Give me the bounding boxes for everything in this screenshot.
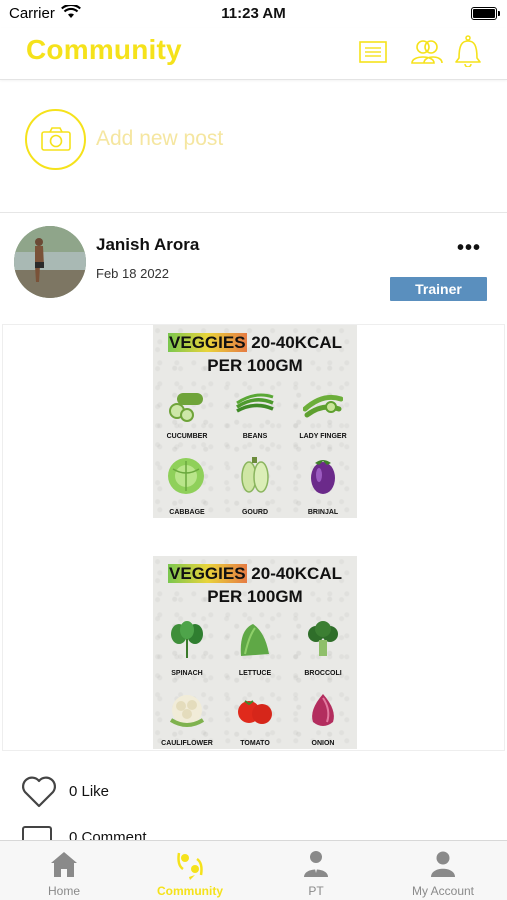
card-title: VEGGIES 20-40KCAL PER 100GM: [153, 562, 357, 608]
veggies-card-1: VEGGIES 20-40KCAL PER 100GM CUCUMBER BEA…: [153, 325, 357, 518]
post-author[interactable]: Janish Arora: [96, 235, 199, 255]
more-options-icon[interactable]: •••: [457, 238, 481, 258]
lettuce-icon: [240, 624, 269, 656]
veg-name: SPINACH: [171, 670, 203, 677]
status-time: 11:23 AM: [221, 5, 286, 22]
tab-label: My Account: [411, 884, 475, 898]
veg-name: GOURD: [241, 509, 269, 516]
trainer-badge: Trainer: [390, 277, 487, 301]
avatar[interactable]: [14, 226, 86, 298]
battery-icon: [471, 7, 500, 20]
community-icon: [177, 852, 203, 880]
people-icon[interactable]: [410, 38, 444, 71]
post-date: Feb 18 2022: [96, 266, 170, 281]
brinjal-icon: [311, 460, 335, 494]
add-post-label[interactable]: Add new post: [96, 127, 223, 151]
tab-label: PT: [308, 884, 324, 898]
veg-name: CUCUMBER: [166, 433, 208, 440]
card-title-rest: 20-40KCAL: [251, 333, 342, 352]
cabbage-icon: [168, 458, 204, 494]
tab-bar: Home Community PT My Account: [0, 840, 507, 900]
user-icon: [431, 851, 455, 877]
broccoli-icon: [308, 621, 338, 656]
veg-name: LETTUCE: [238, 670, 272, 677]
cucumber-icon: [169, 393, 203, 422]
heart-icon[interactable]: [21, 776, 57, 813]
veg-name: TOMATO: [240, 740, 270, 747]
card-title-highlight: VEGGIES: [168, 564, 247, 583]
gourd-icon: [241, 457, 269, 493]
spinach-icon: [171, 621, 203, 658]
tomato-icon: [238, 700, 272, 724]
tab-label: Community: [157, 884, 223, 898]
tab-my-account[interactable]: My Account: [380, 841, 506, 900]
camera-button[interactable]: [25, 109, 86, 170]
post-header: Janish Arora Feb 18 2022 ••• Trainer: [0, 214, 507, 324]
onion-icon: [312, 694, 334, 726]
tab-home[interactable]: Home: [1, 841, 127, 900]
news-icon[interactable]: [359, 40, 387, 69]
page-title: Community: [26, 34, 182, 65]
status-bar: Carrier 11:23 AM: [0, 0, 507, 28]
veg-name: LADY FINGER: [299, 433, 347, 440]
card-title: VEGGIES 20-40KCAL PER 100GM: [153, 331, 357, 377]
card-title-line2: PER 100GM: [207, 587, 303, 606]
veg-name: BEANS: [242, 433, 268, 440]
card-title-highlight: VEGGIES: [168, 333, 247, 352]
card-title-line2: PER 100GM: [207, 356, 303, 375]
veggies-card-2: VEGGIES 20-40KCAL PER 100GM SPINACH LETT…: [153, 556, 357, 749]
lady-finger-icon: [303, 394, 343, 418]
post-media[interactable]: VEGGIES 20-40KCAL PER 100GM CUCUMBER BEA…: [2, 324, 505, 751]
card-title-rest: 20-40KCAL: [251, 564, 342, 583]
camera-icon: [41, 127, 71, 151]
add-post-row[interactable]: Add new post: [0, 80, 507, 213]
tab-pt[interactable]: PT: [253, 841, 379, 900]
veg-name: BROCCOLI: [304, 670, 342, 677]
tab-label: Home: [47, 884, 80, 898]
veg-name: CAULIFLOWER: [161, 740, 213, 747]
veg-name: CABBAGE: [169, 509, 205, 516]
like-count[interactable]: 0 Like: [69, 783, 109, 800]
veg-name: BRINJAL: [307, 509, 339, 516]
bell-icon[interactable]: [455, 35, 481, 72]
home-icon: [51, 852, 77, 877]
tab-community[interactable]: Community: [127, 841, 253, 900]
beans-icon: [236, 393, 274, 413]
app-header: Community: [0, 28, 507, 80]
veg-name: ONION: [311, 740, 335, 747]
trainer-icon: [304, 851, 328, 877]
cauliflower-icon: [169, 695, 205, 727]
